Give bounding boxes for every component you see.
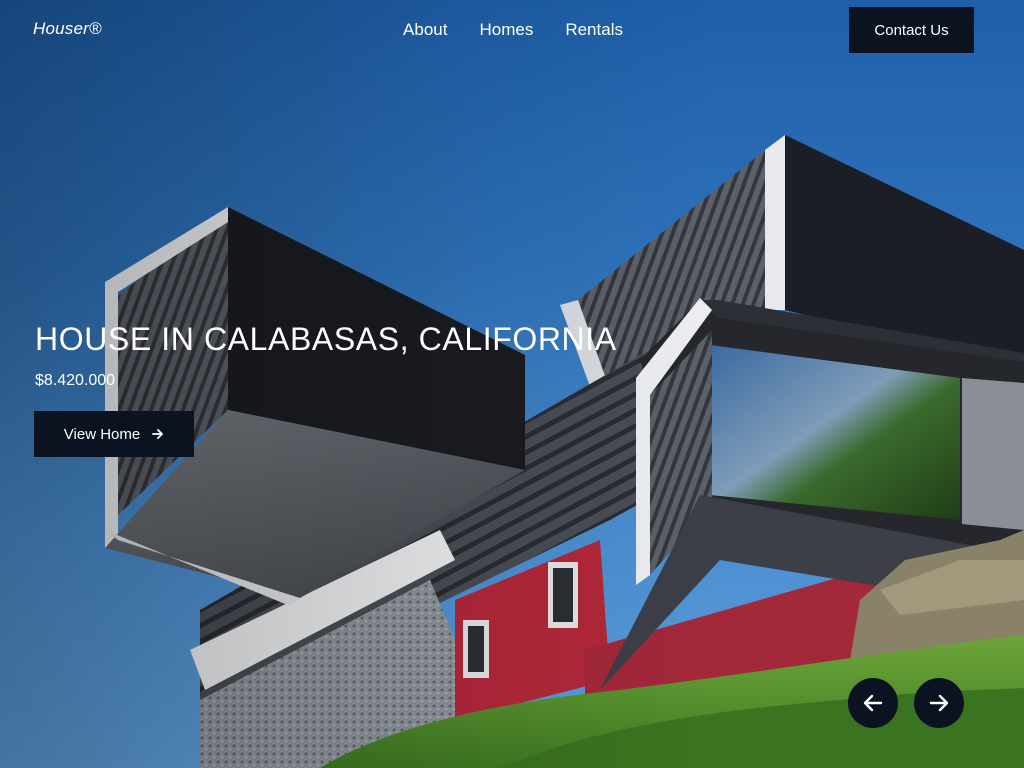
view-home-button[interactable]: View Home	[34, 411, 194, 457]
nav-link-rentals[interactable]: Rentals	[565, 19, 623, 41]
hero-section: Houser® About Homes Rentals Contact Us H…	[0, 0, 1024, 768]
carousel-prev-button[interactable]	[848, 678, 898, 728]
arrow-left-icon	[863, 694, 883, 712]
property-title: HOUSE IN CALABASAS, CALIFORNIA	[35, 321, 617, 357]
view-home-label: View Home	[63, 425, 141, 443]
carousel-next-button[interactable]	[914, 678, 964, 728]
contact-us-button[interactable]: Contact Us	[849, 7, 974, 53]
arrow-right-icon	[929, 694, 949, 712]
arrow-right-icon	[152, 429, 164, 439]
nav-link-homes[interactable]: Homes	[479, 19, 533, 41]
hero-overlay	[0, 0, 1024, 768]
brand-logo[interactable]: Houser®	[33, 19, 102, 39]
nav-link-about[interactable]: About	[403, 19, 447, 41]
property-price: $8.420.000	[35, 372, 116, 389]
